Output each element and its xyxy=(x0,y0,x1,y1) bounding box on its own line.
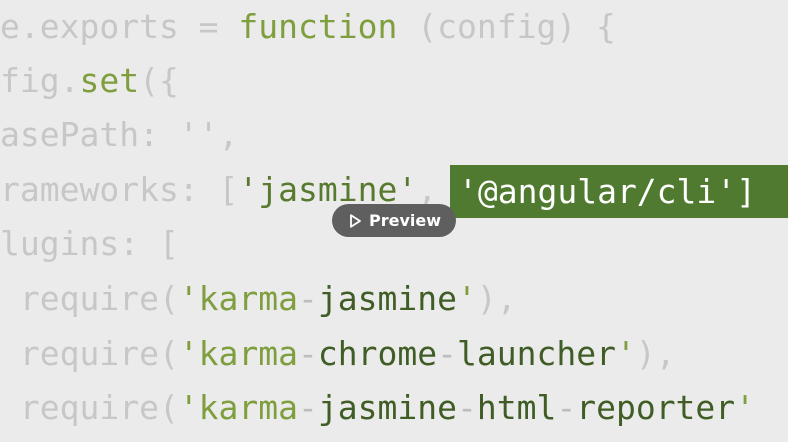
code-token: 'karma xyxy=(178,279,299,318)
code-line-5: lugins: [ xyxy=(0,217,179,271)
code-line-6: require('karma-jasmine'), xyxy=(0,272,517,326)
code-token: ({ xyxy=(139,61,179,100)
code-token: (config) { xyxy=(397,7,616,46)
selected-code-text: '@angular/cli'] xyxy=(458,172,757,211)
code-token: require( xyxy=(0,279,179,318)
code-token: ' xyxy=(735,388,756,427)
code-token: jasmine xyxy=(317,388,457,427)
code-token: require( xyxy=(0,388,179,427)
code-line-2: fig.set({ xyxy=(0,54,179,108)
code-token: chrome xyxy=(317,334,438,373)
code-token: launcher xyxy=(457,334,616,373)
code-token: ' xyxy=(615,334,636,373)
code-token: - xyxy=(437,334,457,373)
code-token: html xyxy=(476,388,557,427)
code-line-1: e.exports = function (config) { xyxy=(0,0,616,54)
code-token: 'karma xyxy=(178,334,299,373)
code-token: - xyxy=(298,388,318,427)
code-token: ), xyxy=(476,279,517,318)
code-token: require( xyxy=(0,334,179,373)
code-token: e.exports = xyxy=(0,7,239,46)
code-line-8: require('karma-jasmine-html-reporter' xyxy=(0,381,755,435)
code-token: asePath: '', xyxy=(0,115,239,154)
code-token: jasmine xyxy=(317,279,457,318)
code-token: - xyxy=(456,388,477,427)
code-token: 'karma xyxy=(178,388,299,427)
code-token: ' xyxy=(456,279,477,318)
preview-button[interactable]: Preview xyxy=(332,204,456,237)
code-line-3: asePath: '', xyxy=(0,108,238,162)
code-token: reporter xyxy=(576,388,736,427)
code-line-7: require('karma-chrome-launcher'), xyxy=(0,327,676,381)
code-token: ), xyxy=(635,334,676,373)
code-token: - xyxy=(298,279,318,318)
code-token: set xyxy=(79,61,140,100)
code-token: lugins: [ xyxy=(0,224,179,263)
code-token: - xyxy=(556,388,577,427)
code-token: function xyxy=(238,7,398,46)
code-token: fig. xyxy=(0,61,80,100)
preview-label: Preview xyxy=(368,211,441,230)
play-icon xyxy=(347,213,363,229)
code-token: rameworks: [ xyxy=(0,170,239,209)
code-token: - xyxy=(298,334,318,373)
